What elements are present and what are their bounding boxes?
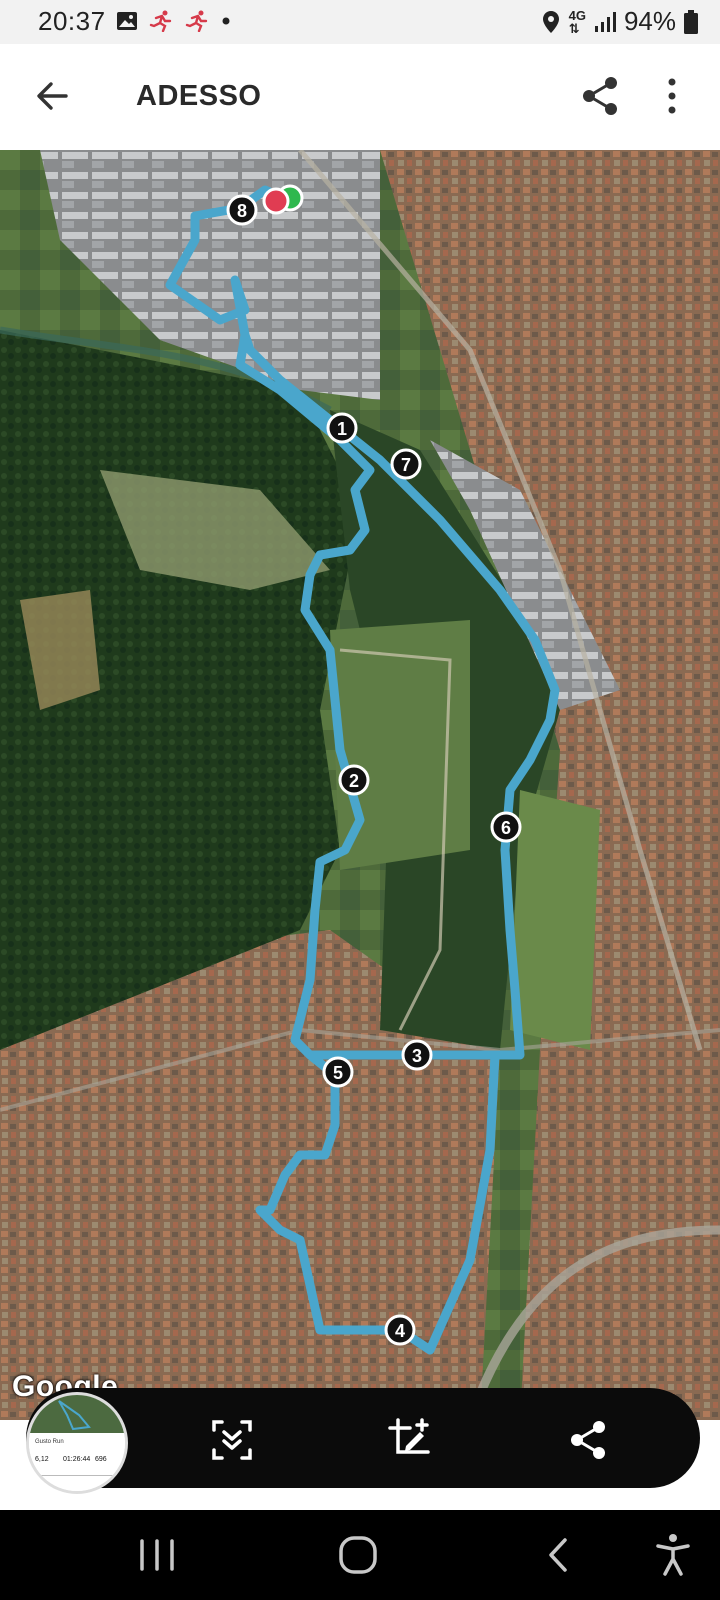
running-icon <box>185 10 208 32</box>
network-type: 4G ⇅ <box>568 7 586 36</box>
svg-text:6,12: 6,12 <box>35 1456 49 1463</box>
status-bar: 20:37 4G ⇅ 94% <box>0 0 720 44</box>
running-icon <box>149 10 172 32</box>
km-marker[interactable]: 5 <box>322 1056 354 1088</box>
km-marker[interactable]: 1 <box>326 412 358 444</box>
app-bar: ADESSO <box>0 44 720 150</box>
svg-text:3: 3 <box>412 1046 422 1066</box>
end-marker[interactable] <box>262 187 290 215</box>
recents-icon[interactable] <box>132 1530 182 1580</box>
km-marker[interactable]: 2 <box>338 764 370 796</box>
share-icon[interactable] <box>580 74 620 118</box>
home-icon[interactable] <box>333 1530 383 1580</box>
location-icon <box>542 10 559 33</box>
km-marker[interactable]: 4 <box>384 1314 416 1346</box>
page-title: ADESSO <box>136 80 262 112</box>
km-marker[interactable]: 8 <box>226 194 258 226</box>
screenshot-thumbnail[interactable]: Gusto Run 6,12 01:26:44 696 <box>26 1392 128 1494</box>
battery-percent: 94% <box>623 6 676 36</box>
svg-text:6: 6 <box>501 818 511 838</box>
svg-text:Gusto Run: Gusto Run <box>35 1439 64 1445</box>
signal-icon <box>594 11 616 32</box>
gallery-icon <box>117 12 137 30</box>
battery-icon <box>684 9 698 34</box>
map-canvas: 1 2 3 4 5 6 7 8 <box>0 150 720 1420</box>
svg-text:1: 1 <box>337 419 347 439</box>
more-vert-icon[interactable] <box>664 74 680 118</box>
km-marker[interactable]: 7 <box>390 448 422 480</box>
svg-text:8: 8 <box>237 201 247 221</box>
back-icon[interactable] <box>535 1530 585 1580</box>
arrow-left-icon[interactable] <box>32 76 72 116</box>
svg-text:01:26:44: 01:26:44 <box>63 1456 90 1463</box>
km-marker[interactable]: 3 <box>401 1039 433 1071</box>
km-marker[interactable]: 6 <box>490 811 522 843</box>
svg-text:4: 4 <box>395 1321 405 1341</box>
svg-text:7: 7 <box>401 455 411 475</box>
status-time: 20:37 <box>38 6 106 36</box>
accessibility-icon[interactable] <box>648 1530 698 1580</box>
status-right: 4G ⇅ 94% <box>541 6 698 37</box>
svg-text:696: 696 <box>95 1456 107 1463</box>
scroll-capture-icon[interactable] <box>210 1418 254 1462</box>
svg-text:5: 5 <box>333 1063 343 1083</box>
share-icon[interactable] <box>566 1418 610 1462</box>
thumbnail-preview: Gusto Run 6,12 01:26:44 696 <box>29 1395 125 1491</box>
dot-icon <box>222 17 230 25</box>
crop-edit-icon[interactable] <box>388 1418 432 1462</box>
satellite-map[interactable]: 1 2 3 4 5 6 7 8 <box>0 150 720 1420</box>
svg-text:2: 2 <box>349 771 359 791</box>
system-nav-bar <box>0 1510 720 1600</box>
notification-icons <box>116 10 232 32</box>
